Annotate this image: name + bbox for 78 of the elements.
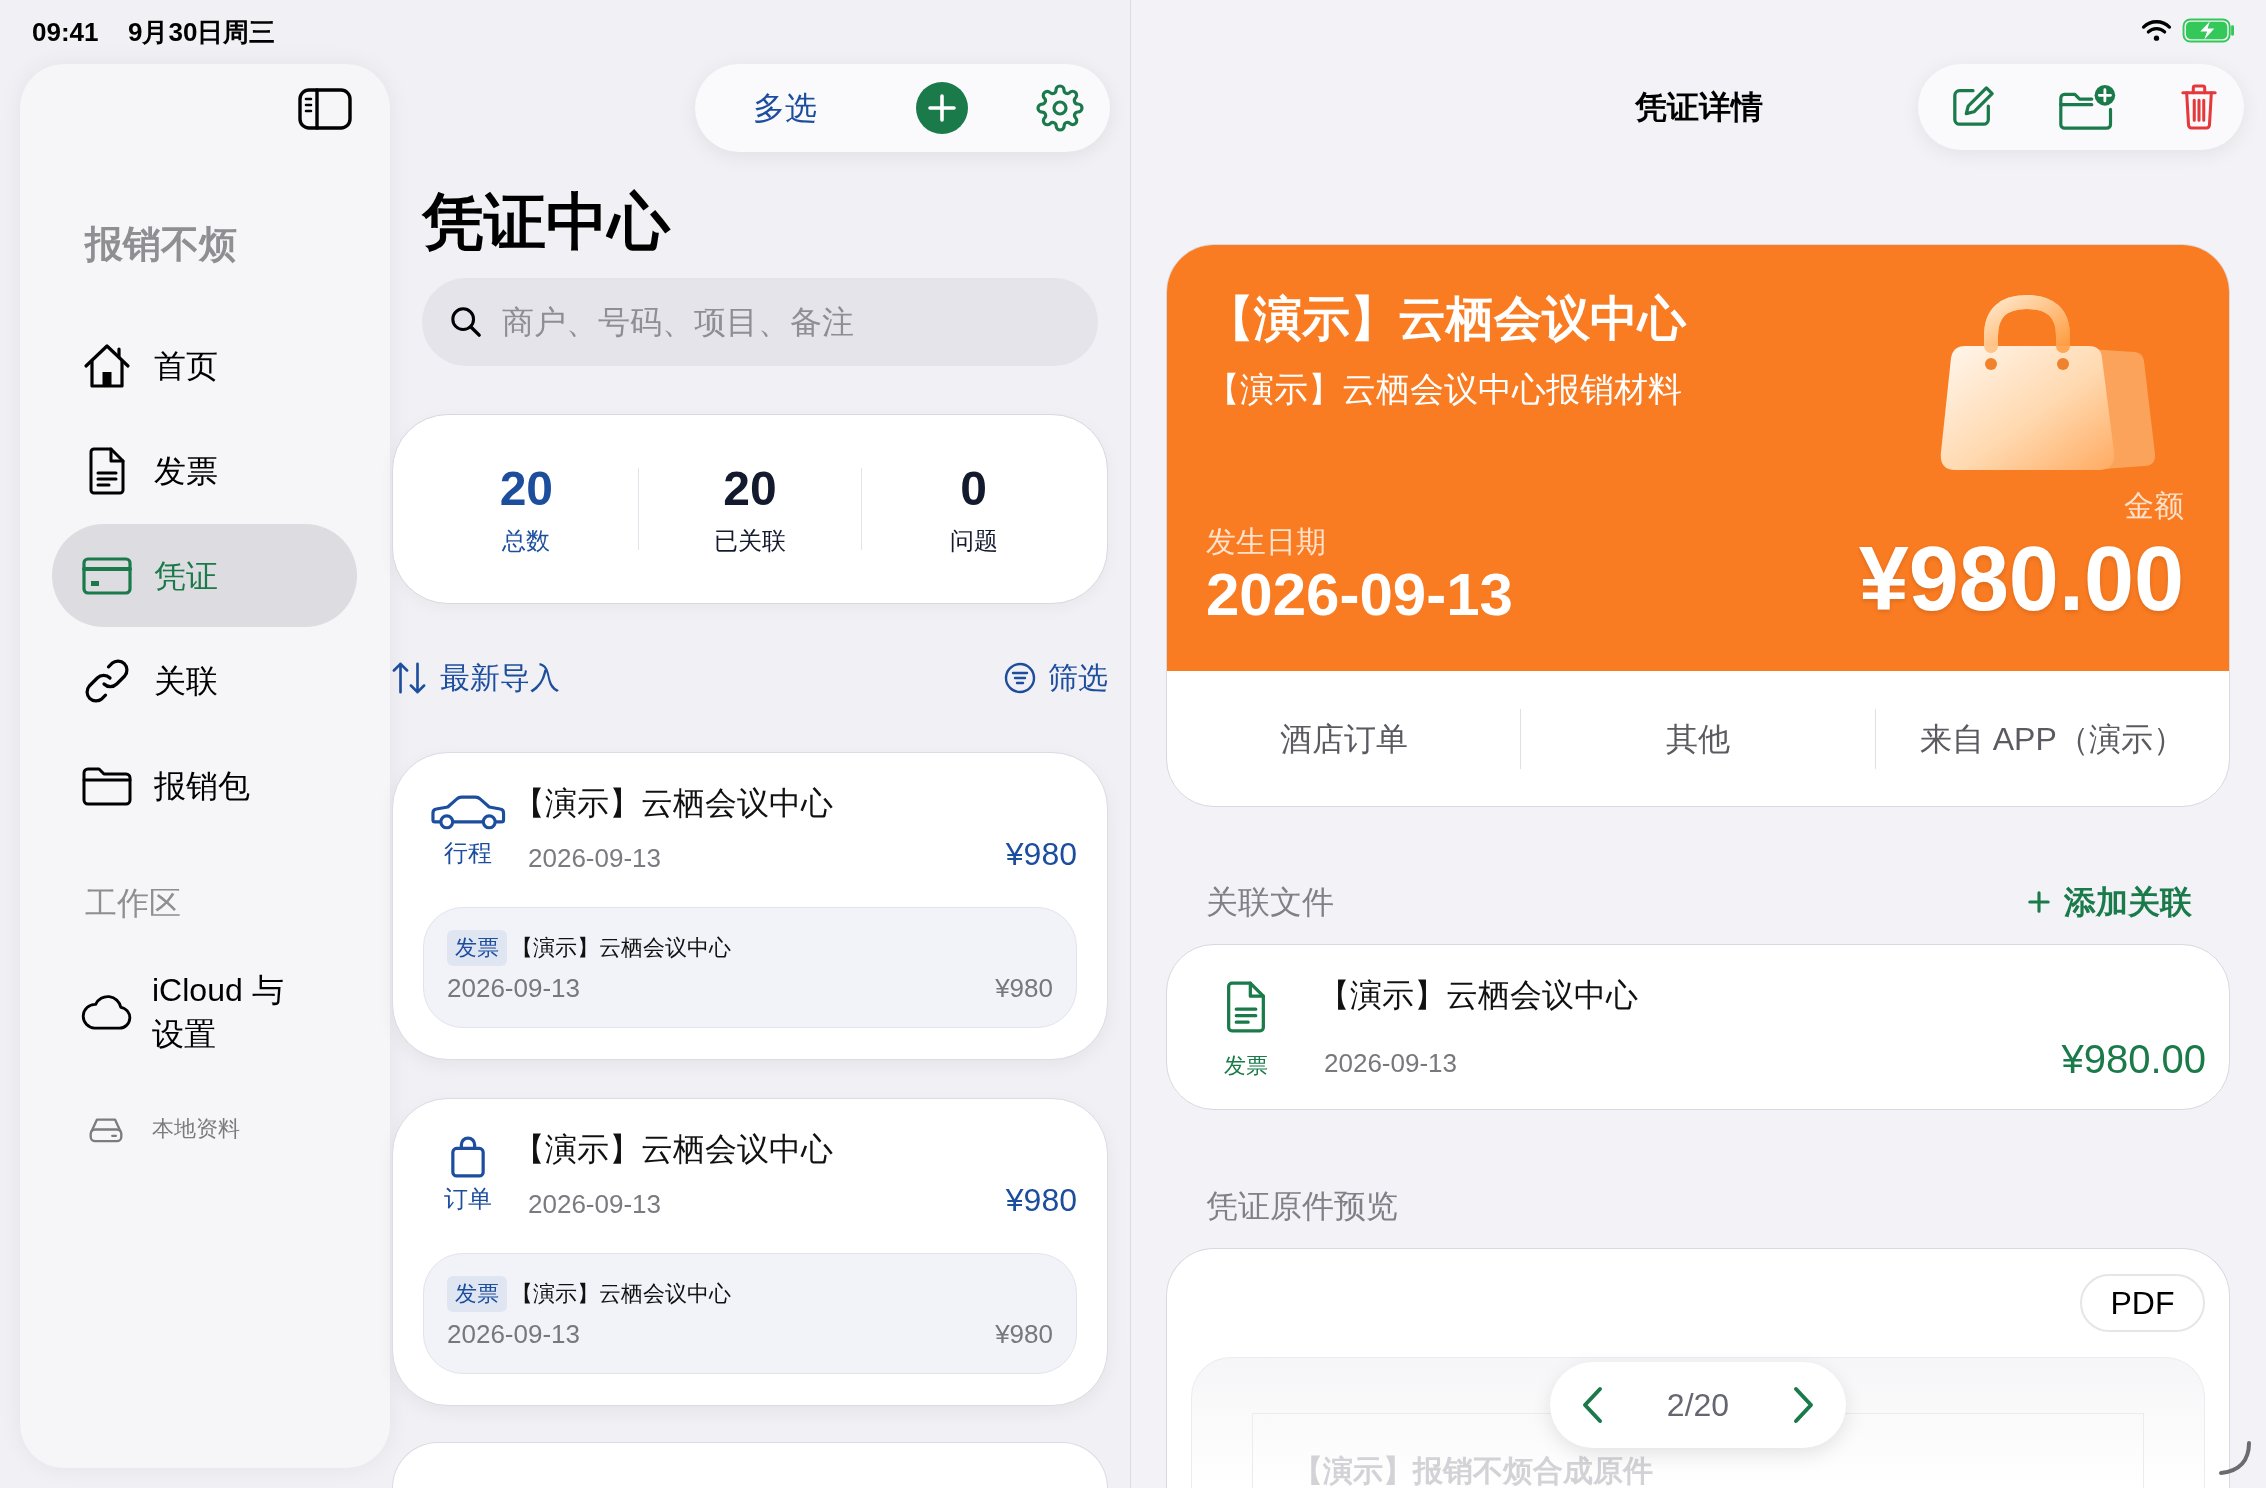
edit-icon[interactable] xyxy=(1950,85,1996,129)
voucher-type-label: 订单 xyxy=(444,1184,492,1214)
related-document-card[interactable]: 发票 【演示】云栖会议中心 2026-09-13 ¥980.00 xyxy=(1166,944,2230,1110)
voucher-card[interactable]: 行程 【演示】云栖会议中心 2026-09-13 ¥980 发票 【演示】云栖会议中心 2026-09-13 ¥980 xyxy=(392,752,1108,1060)
sidebar-item[interactable]: 本地资料 xyxy=(88,1107,240,1151)
date-label: 发生日期 xyxy=(1206,524,1326,560)
voucher-tag: 其他 xyxy=(1666,716,1730,761)
filter-button[interactable]: 筛选 xyxy=(1004,658,1108,698)
cloud-icon xyxy=(80,993,134,1031)
document-type-tag: 发票 xyxy=(447,930,507,966)
add-link-button[interactable]: 添加关联 xyxy=(2028,880,2192,924)
voucher-type-label: 行程 xyxy=(444,838,492,868)
amount-label: 金额 xyxy=(2124,488,2184,524)
related-date: 2026-09-13 xyxy=(1324,1047,1457,1080)
sidebar-item[interactable]: 凭证 xyxy=(52,524,357,627)
related-title: 【演示】云栖会议中心 xyxy=(1318,976,1638,1015)
search-icon xyxy=(450,306,482,338)
section-heading: 关联文件 xyxy=(1206,883,1334,922)
filter-icon xyxy=(1004,662,1036,694)
linked-date: 2026-09-13 xyxy=(447,972,580,1005)
sidebar-item[interactable]: 报销包 xyxy=(52,734,357,837)
summary-title: 【演示】云栖会议中心 xyxy=(1206,291,1686,347)
voucher-amount: ¥980 xyxy=(1005,835,1077,874)
add-icon[interactable] xyxy=(916,82,968,134)
settings-icon[interactable] xyxy=(1036,84,1084,132)
home-icon xyxy=(83,341,131,390)
chevron-left-icon[interactable] xyxy=(1581,1386,1603,1424)
voucher-tag: 来自 APP（演示） xyxy=(1919,716,2185,761)
search-field[interactable]: 商户、号码、项目、备注 xyxy=(422,278,1098,366)
document-icon xyxy=(1224,981,1268,1033)
document-icon xyxy=(87,446,127,495)
sidebar-item[interactable]: iCloud 与设置 xyxy=(80,968,312,1056)
trash-icon[interactable] xyxy=(2180,83,2218,131)
plus-icon xyxy=(2028,891,2050,913)
stat-filter[interactable]: 20 已关联 xyxy=(714,461,786,557)
total-amount: ¥980.00 xyxy=(1858,531,2184,627)
voucher-title: 【演示】云栖会议中心 xyxy=(513,784,833,823)
voucher-card[interactable]: 订单 【演示】云栖会议中心 2026-09-13 ¥980 发票 【演示】云栖会议中心 2026-09-13 ¥980 xyxy=(392,1098,1108,1406)
stat-filter[interactable]: 20 总数 xyxy=(499,461,554,557)
chevron-right-icon[interactable] xyxy=(1793,1386,1815,1424)
sidebar-toggle-icon[interactable] xyxy=(298,88,352,130)
status-date: 9月30日周三 xyxy=(128,16,276,49)
linked-title: 【演示】云栖会议中心 xyxy=(511,1280,731,1308)
voucher-date: 2026-09-13 xyxy=(528,842,661,875)
folder-add-icon[interactable] xyxy=(2058,83,2118,131)
section-title: 工作区 xyxy=(85,884,181,923)
page-indicator: 2/20 xyxy=(1666,1386,1730,1425)
linked-date: 2026-09-13 xyxy=(447,1318,580,1351)
stat-filter[interactable]: 0 问题 xyxy=(949,461,998,557)
section-heading: 凭证原件预览 xyxy=(1206,1187,1398,1226)
linked-amount: ¥980 xyxy=(995,1318,1053,1351)
folder-icon xyxy=(82,765,132,806)
multi-select-button[interactable]: 多选 xyxy=(753,86,817,130)
app-title: 报销不烦 xyxy=(85,222,237,267)
voucher-amount: ¥980 xyxy=(1005,1181,1077,1220)
sidebar-item[interactable]: 首页 xyxy=(52,314,357,417)
related-amount: ¥980.00 xyxy=(2061,1036,2206,1083)
voucher-date: 2026-09-13 xyxy=(528,1188,661,1221)
linked-title: 【演示】云栖会议中心 xyxy=(511,934,731,962)
detail-title: 凭证详情 xyxy=(1634,88,1763,127)
page-title: 凭证中心 xyxy=(422,186,670,258)
related-type-label: 发票 xyxy=(1224,1052,1268,1080)
voucher-title: 【演示】云栖会议中心 xyxy=(513,1130,833,1169)
bag-icon xyxy=(450,1136,486,1178)
occurrence-date: 2026-09-13 xyxy=(1206,564,1513,626)
sidebar-item[interactable]: 关联 xyxy=(52,629,357,732)
sort-arrows-icon xyxy=(392,661,426,695)
pdf-button[interactable]: PDF xyxy=(2080,1274,2205,1332)
sort-button[interactable]: 最新导入 xyxy=(392,658,560,698)
document-type-tag: 发票 xyxy=(447,1276,507,1312)
summary-subtitle: 【演示】云栖会议中心报销材料 xyxy=(1206,369,1682,410)
linked-amount: ¥980 xyxy=(995,972,1053,1005)
card-icon xyxy=(82,555,132,596)
status-time: 09:41 xyxy=(32,16,99,49)
wifi-icon xyxy=(2141,19,2172,42)
sidebar-item[interactable]: 发票 xyxy=(52,419,357,522)
resize-corner-icon[interactable] xyxy=(2218,1440,2252,1476)
voucher-tag: 酒店订单 xyxy=(1279,716,1408,761)
